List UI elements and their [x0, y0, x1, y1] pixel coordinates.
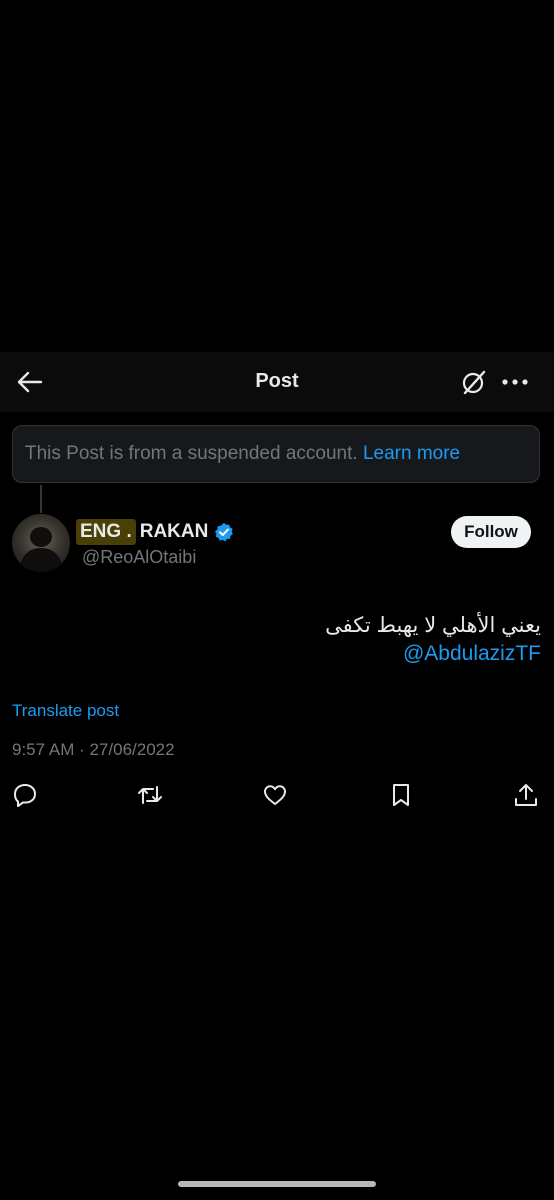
avatar-silhouette-body	[20, 548, 62, 572]
author-name[interactable]: ENG . RAKAN	[76, 518, 234, 546]
author-name-rest: RAKAN	[139, 521, 209, 542]
post-timestamp[interactable]: 9:57 AM · 27/06/2022	[12, 740, 175, 760]
notice-text: This Post is from a suspended account.	[25, 443, 358, 464]
reply-icon[interactable]	[12, 782, 38, 808]
grok-icon[interactable]	[460, 368, 488, 396]
repost-icon[interactable]	[137, 782, 163, 808]
avatar-silhouette-head	[30, 527, 52, 547]
verified-badge-icon	[215, 523, 234, 542]
top-bar: Post	[0, 352, 554, 412]
more-horizontal-icon[interactable]	[500, 368, 530, 396]
suspended-account-notice: This Post is from a suspended account. L…	[12, 425, 540, 483]
mention-link[interactable]: @AbdulazizTF	[403, 642, 541, 666]
action-bar	[0, 780, 554, 810]
avatar[interactable]	[12, 514, 70, 572]
bookmark-icon[interactable]	[388, 782, 414, 808]
follow-button[interactable]: Follow	[451, 516, 531, 548]
like-icon[interactable]	[262, 782, 288, 808]
share-icon[interactable]	[513, 782, 539, 808]
thread-connector	[40, 485, 42, 513]
learn-more-link[interactable]: Learn more	[363, 443, 460, 464]
author-handle[interactable]: @ReoAlOtaibi	[82, 547, 196, 568]
post-text: يعني الأهلي لا يهبط تكفى	[325, 614, 541, 637]
translate-post-link[interactable]: Translate post	[12, 701, 119, 721]
author-name-highlight: ENG .	[76, 519, 136, 545]
home-indicator[interactable]	[178, 1181, 376, 1187]
